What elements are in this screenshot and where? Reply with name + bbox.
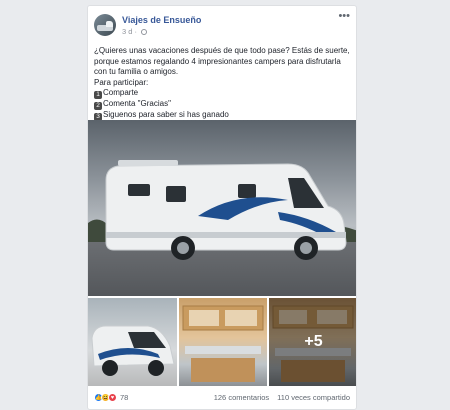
step-label: Comenta "Gracias"	[103, 99, 171, 108]
camper-illustration	[105, 160, 347, 260]
thumbnail-camper-front[interactable]	[88, 298, 177, 386]
post-meta: 3 d ·	[122, 27, 148, 36]
number-1-icon: 1	[94, 91, 102, 99]
post-footer: 👍 😆 ♥ 78 126 comentarios 110 veces compa…	[94, 390, 350, 406]
globe-icon	[141, 29, 148, 35]
thumbnail-interior-kitchen[interactable]	[179, 298, 267, 386]
more-photos-overlay[interactable]: +5	[269, 298, 356, 386]
post-paragraph: ¿Quieres unas vacaciones después de que …	[94, 46, 350, 76]
post-text: ¿Quieres unas vacaciones después de que …	[94, 46, 352, 121]
camper-front-illustration	[91, 325, 175, 376]
reactions-summary[interactable]: 👍 😆 ♥ 78	[94, 393, 128, 402]
facebook-post-card: Viajes de Ensueño 3 d · ••• ¿Quieres una…	[87, 5, 357, 410]
step-item: 1 Comparte	[94, 88, 352, 99]
post-stats: 126 comentarios 110 veces compartido	[214, 393, 350, 402]
number-2-icon: 2	[94, 102, 102, 110]
more-options-icon[interactable]: •••	[338, 10, 350, 22]
comments-count-link[interactable]: 126 comentarios	[214, 393, 269, 402]
post-paragraph: Para participar:	[94, 77, 149, 87]
post-header: Viajes de Ensueño 3 d · •••	[94, 10, 350, 42]
step-label: Siguenos para saber si has ganado	[103, 110, 229, 119]
page-avatar[interactable]	[94, 14, 116, 36]
post-time[interactable]: 3 d	[122, 27, 132, 36]
step-item: 2 Comenta "Gracias"	[94, 99, 352, 110]
thumbnail-interior-more[interactable]: +5	[269, 298, 356, 386]
interior-illustration	[182, 305, 264, 382]
love-reaction-icon: ♥	[108, 393, 117, 402]
page-name-link[interactable]: Viajes de Ensueño	[122, 15, 201, 25]
reaction-count: 78	[120, 393, 129, 402]
shares-count-link[interactable]: 110 veces compartido	[277, 393, 350, 402]
main-photo-camper[interactable]	[88, 120, 356, 296]
meta-separator: ·	[134, 27, 138, 36]
step-label: Comparte	[103, 88, 139, 97]
